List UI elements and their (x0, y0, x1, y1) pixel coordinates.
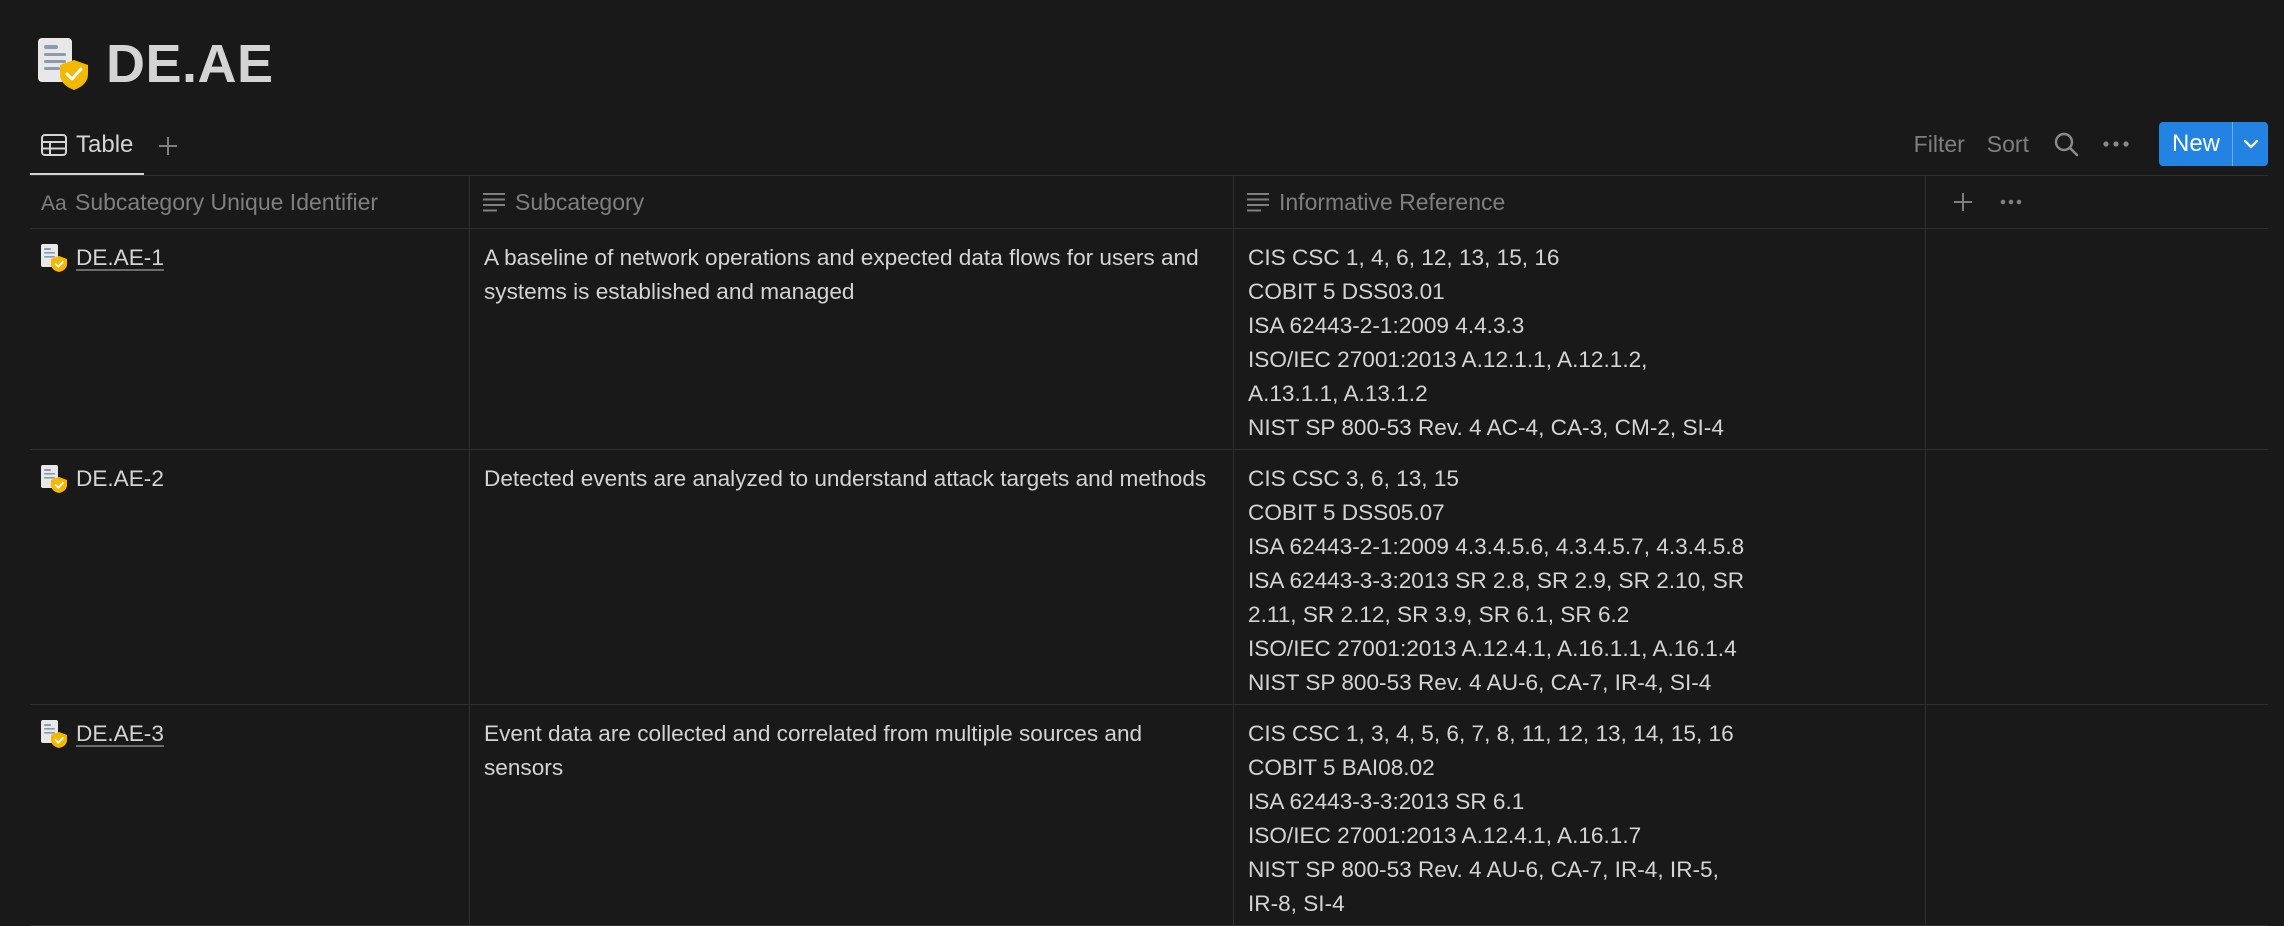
text-lines-icon (1247, 193, 1269, 212)
column-header-label: Subcategory (515, 188, 645, 215)
document-shield-icon (41, 720, 67, 748)
table-row[interactable]: DE.AE-3 Event data are collected and cor… (30, 705, 2268, 926)
column-header-label: Informative Reference (1279, 188, 1506, 215)
page-header: DE.AE (36, 34, 274, 94)
search-button[interactable] (2051, 129, 2081, 159)
add-property-button[interactable] (1941, 182, 1985, 222)
cell-empty (1926, 450, 2268, 704)
reference-line: ISA 62443-2-1:2009 4.4.3.3 (1248, 313, 1525, 338)
view-bar: Table Filter Sort New (30, 116, 2268, 176)
table-header-row: Aa Subcategory Unique Identifier Subcate… (30, 176, 2268, 229)
reference-line: IR-8, SI-4 (1248, 891, 1345, 916)
title-aa-icon: Aa (41, 192, 67, 215)
column-header-reference[interactable]: Informative Reference (1234, 176, 1926, 228)
table-row[interactable]: DE.AE-2 Detected events are analyzed to … (30, 450, 2268, 705)
new-dropdown-button[interactable] (2232, 122, 2268, 166)
database-toolbar: Filter Sort New (1914, 122, 2268, 166)
document-shield-icon[interactable] (36, 36, 92, 92)
column-header-subcategory[interactable]: Subcategory (470, 176, 1234, 228)
document-shield-icon (41, 244, 67, 272)
cell-identifier[interactable]: DE.AE-3 (30, 705, 470, 925)
column-options-button[interactable] (1989, 182, 2033, 222)
reference-line: NIST SP 800-53 Rev. 4 AU-6, CA-7, IR-4, … (1248, 857, 1719, 882)
cell-empty (1926, 705, 2268, 925)
cell-subcategory[interactable]: Detected events are analyzed to understa… (470, 450, 1234, 704)
more-horizontal-icon (2000, 199, 2022, 205)
reference-line: ISA 62443-2-1:2009 4.3.4.5.6, 4.3.4.5.7,… (1248, 534, 1745, 559)
document-shield-icon (41, 465, 67, 493)
column-header-identifier[interactable]: Aa Subcategory Unique Identifier (30, 176, 470, 228)
column-header-label: Subcategory Unique Identifier (75, 188, 379, 215)
text-lines-icon (483, 193, 505, 212)
more-options-button[interactable] (2101, 129, 2131, 159)
row-title-link[interactable]: DE.AE-3 (76, 717, 164, 751)
reference-line: ISO/IEC 27001:2013 A.12.4.1, A.16.1.7 (1248, 823, 1642, 848)
plus-icon (159, 137, 177, 155)
table-icon (41, 133, 67, 156)
cell-reference[interactable]: CIS CSC 3, 6, 13, 15 COBIT 5 DSS05.07 IS… (1234, 450, 1926, 704)
reference-line: CIS CSC 1, 3, 4, 5, 6, 7, 8, 11, 12, 13,… (1248, 721, 1734, 746)
reference-line: COBIT 5 BAI08.02 (1248, 755, 1435, 780)
plus-icon (1954, 193, 1972, 211)
page-title[interactable]: DE.AE (106, 33, 274, 95)
reference-line: NIST SP 800-53 Rev. 4 AU-6, CA-7, IR-4, … (1248, 670, 1712, 695)
cell-reference[interactable]: CIS CSC 1, 3, 4, 5, 6, 7, 8, 11, 12, 13,… (1234, 705, 1926, 925)
table-row[interactable]: DE.AE-1 A baseline of network operations… (30, 229, 2268, 450)
reference-line: ISA 62443-3-3:2013 SR 2.8, SR 2.9, SR 2.… (1248, 568, 1745, 593)
cell-subcategory[interactable]: Event data are collected and correlated … (470, 705, 1234, 925)
reference-line: CIS CSC 1, 4, 6, 12, 13, 15, 16 (1248, 245, 1560, 270)
reference-line: ISA 62443-3-3:2013 SR 6.1 (1248, 789, 1525, 814)
new-button[interactable]: New (2159, 122, 2232, 166)
reference-line: A.13.1.1, A.13.1.2 (1248, 381, 1428, 406)
cell-subcategory[interactable]: A baseline of network operations and exp… (470, 229, 1234, 449)
reference-line: ISO/IEC 27001:2013 A.12.1.1, A.12.1.2, (1248, 347, 1648, 372)
add-view-button[interactable] (148, 126, 188, 166)
chevron-down-icon (2243, 139, 2258, 149)
row-title-link[interactable]: DE.AE-2 (76, 462, 164, 496)
more-horizontal-icon (2103, 141, 2129, 147)
reference-line: 2.11, SR 2.12, SR 3.9, SR 6.1, SR 6.2 (1248, 602, 1630, 627)
cell-reference[interactable]: CIS CSC 1, 4, 6, 12, 13, 15, 16 COBIT 5 … (1234, 229, 1926, 449)
reference-line: CIS CSC 3, 6, 13, 15 (1248, 466, 1459, 491)
filter-button[interactable]: Filter (1914, 131, 1965, 158)
cell-empty (1926, 229, 2268, 449)
reference-line: COBIT 5 DSS05.07 (1248, 500, 1445, 525)
sort-button[interactable]: Sort (1987, 131, 2029, 158)
header-actions (1926, 176, 2268, 228)
cell-identifier[interactable]: DE.AE-1 (30, 229, 470, 449)
tab-label: Table (76, 130, 134, 158)
reference-line: ISO/IEC 27001:2013 A.12.4.1, A.16.1.1, A… (1248, 636, 1737, 661)
tab-table[interactable]: Table (30, 116, 144, 176)
cell-identifier[interactable]: DE.AE-2 (30, 450, 470, 704)
database-table: Aa Subcategory Unique Identifier Subcate… (30, 176, 2268, 926)
table-body: DE.AE-1 A baseline of network operations… (30, 229, 2268, 926)
row-title-link[interactable]: DE.AE-1 (76, 241, 164, 275)
reference-line: NIST SP 800-53 Rev. 4 AC-4, CA-3, CM-2, … (1248, 415, 1724, 440)
reference-line: COBIT 5 DSS03.01 (1248, 279, 1445, 304)
svg-text:Aa: Aa (41, 192, 67, 215)
new-button-group: New (2158, 122, 2268, 166)
notion-database-page: DE.AE Table Filter Sort New Aa Subcatego… (0, 0, 2284, 926)
search-icon (2054, 132, 2079, 157)
